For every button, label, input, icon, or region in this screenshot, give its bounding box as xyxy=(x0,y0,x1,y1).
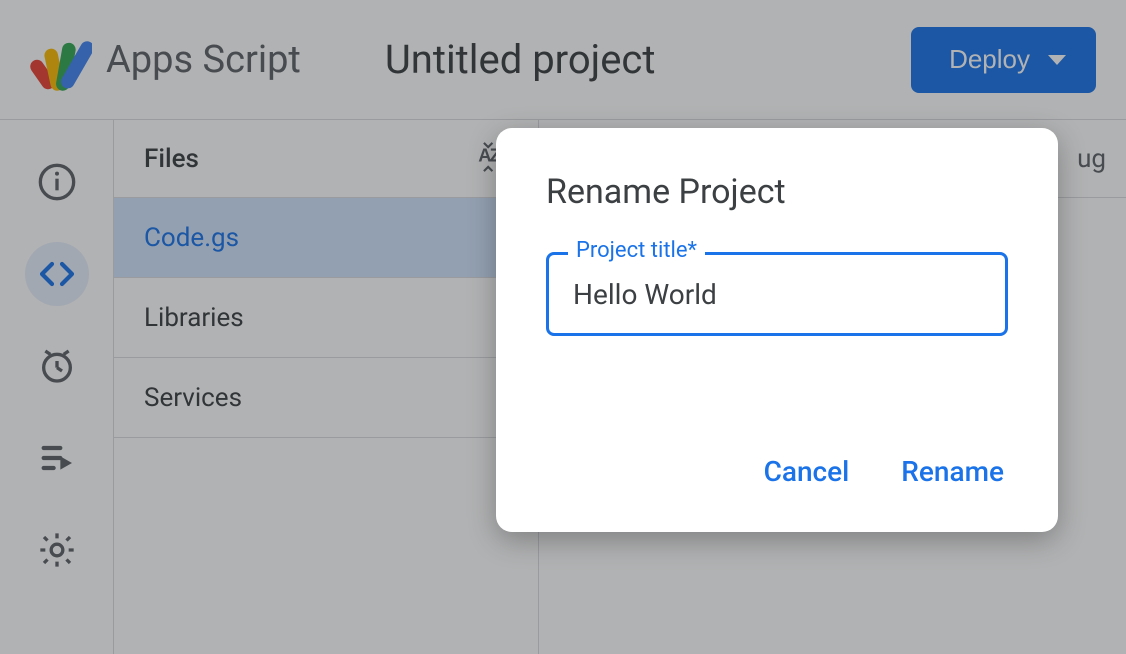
dialog-actions: Cancel Rename xyxy=(546,447,1008,496)
project-title-field: Project title* xyxy=(546,252,1008,336)
rename-button[interactable]: Rename xyxy=(897,447,1008,496)
project-title-field-label: Project title* xyxy=(568,238,705,263)
project-title-input[interactable] xyxy=(546,252,1008,336)
app-root: Apps Script Untitled project Deploy xyxy=(0,0,1126,654)
cancel-button[interactable]: Cancel xyxy=(760,447,854,496)
dialog-title: Rename Project xyxy=(546,172,1008,212)
rename-project-dialog: Rename Project Project title* Cancel Ren… xyxy=(496,128,1058,532)
